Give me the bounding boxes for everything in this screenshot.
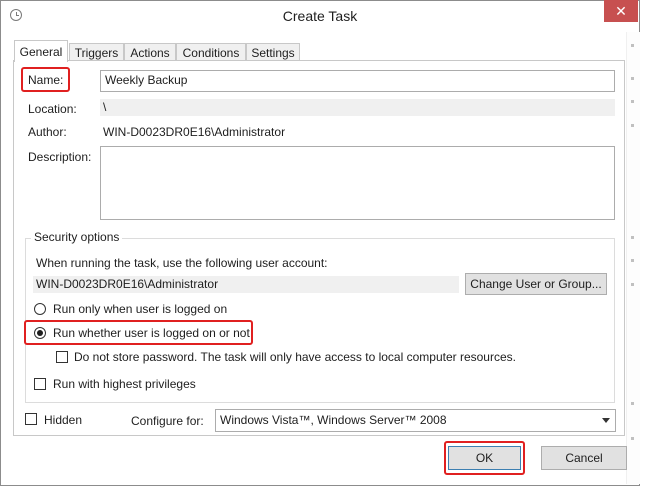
location-label: Location: bbox=[28, 102, 77, 116]
window-title: Create Task bbox=[282, 8, 358, 24]
hidden-checkbox[interactable] bbox=[25, 413, 37, 425]
title-bar: Create Task bbox=[1, 1, 639, 31]
cancel-button[interactable]: Cancel bbox=[541, 446, 627, 470]
tab-actions[interactable]: Actions bbox=[124, 43, 176, 61]
scroll-marker bbox=[631, 437, 634, 440]
clock-icon bbox=[10, 9, 22, 21]
configure-for-label: Configure for: bbox=[131, 414, 204, 428]
account-value: WIN-D0023DR0E16\Administrator bbox=[33, 276, 459, 293]
scroll-marker bbox=[631, 100, 634, 103]
author-label: Author: bbox=[28, 125, 67, 139]
radio-whether-label[interactable]: Run whether user is logged on or not bbox=[53, 326, 250, 340]
configure-for-value: Windows Vista™, Windows Server™ 2008 bbox=[220, 413, 447, 427]
radio-logged-on-label[interactable]: Run only when user is logged on bbox=[53, 302, 227, 316]
no-store-password-checkbox[interactable] bbox=[56, 351, 68, 363]
ok-button[interactable]: OK bbox=[448, 446, 521, 470]
highest-privileges-checkbox[interactable] bbox=[34, 378, 46, 390]
account-prompt: When running the task, use the following… bbox=[36, 256, 328, 270]
close-button[interactable]: ✕ bbox=[604, 0, 638, 22]
radio-logged-on[interactable] bbox=[34, 303, 46, 315]
scroll-marker bbox=[631, 44, 634, 47]
configure-for-select[interactable]: Windows Vista™, Windows Server™ 2008 bbox=[215, 409, 616, 432]
tab-triggers[interactable]: Triggers bbox=[69, 43, 124, 61]
tab-general[interactable]: General bbox=[14, 40, 68, 62]
tab-conditions[interactable]: Conditions bbox=[176, 43, 246, 61]
scroll-marker bbox=[631, 124, 634, 127]
name-label: Name: bbox=[28, 73, 64, 87]
security-options-title: Security options bbox=[31, 230, 123, 244]
scroll-marker bbox=[631, 77, 634, 80]
chevron-down-icon[interactable] bbox=[602, 418, 610, 423]
tab-settings[interactable]: Settings bbox=[246, 43, 300, 61]
location-value: \ bbox=[100, 99, 615, 116]
scroll-marker bbox=[631, 259, 634, 262]
radio-whether-logged-on[interactable] bbox=[34, 327, 46, 339]
change-user-button[interactable]: Change User or Group... bbox=[465, 273, 607, 295]
no-store-password-label[interactable]: Do not store password. The task will onl… bbox=[74, 350, 516, 364]
description-label: Description: bbox=[28, 150, 92, 164]
scroll-marker bbox=[631, 283, 634, 286]
scroll-marker bbox=[631, 402, 634, 405]
scroll-marker bbox=[631, 236, 634, 239]
highest-privileges-label[interactable]: Run with highest privileges bbox=[53, 377, 196, 391]
name-input[interactable]: Weekly Backup bbox=[100, 70, 615, 92]
hidden-label[interactable]: Hidden bbox=[44, 413, 82, 427]
author-value: WIN-D0023DR0E16\Administrator bbox=[103, 125, 286, 139]
description-textarea[interactable] bbox=[100, 146, 615, 220]
